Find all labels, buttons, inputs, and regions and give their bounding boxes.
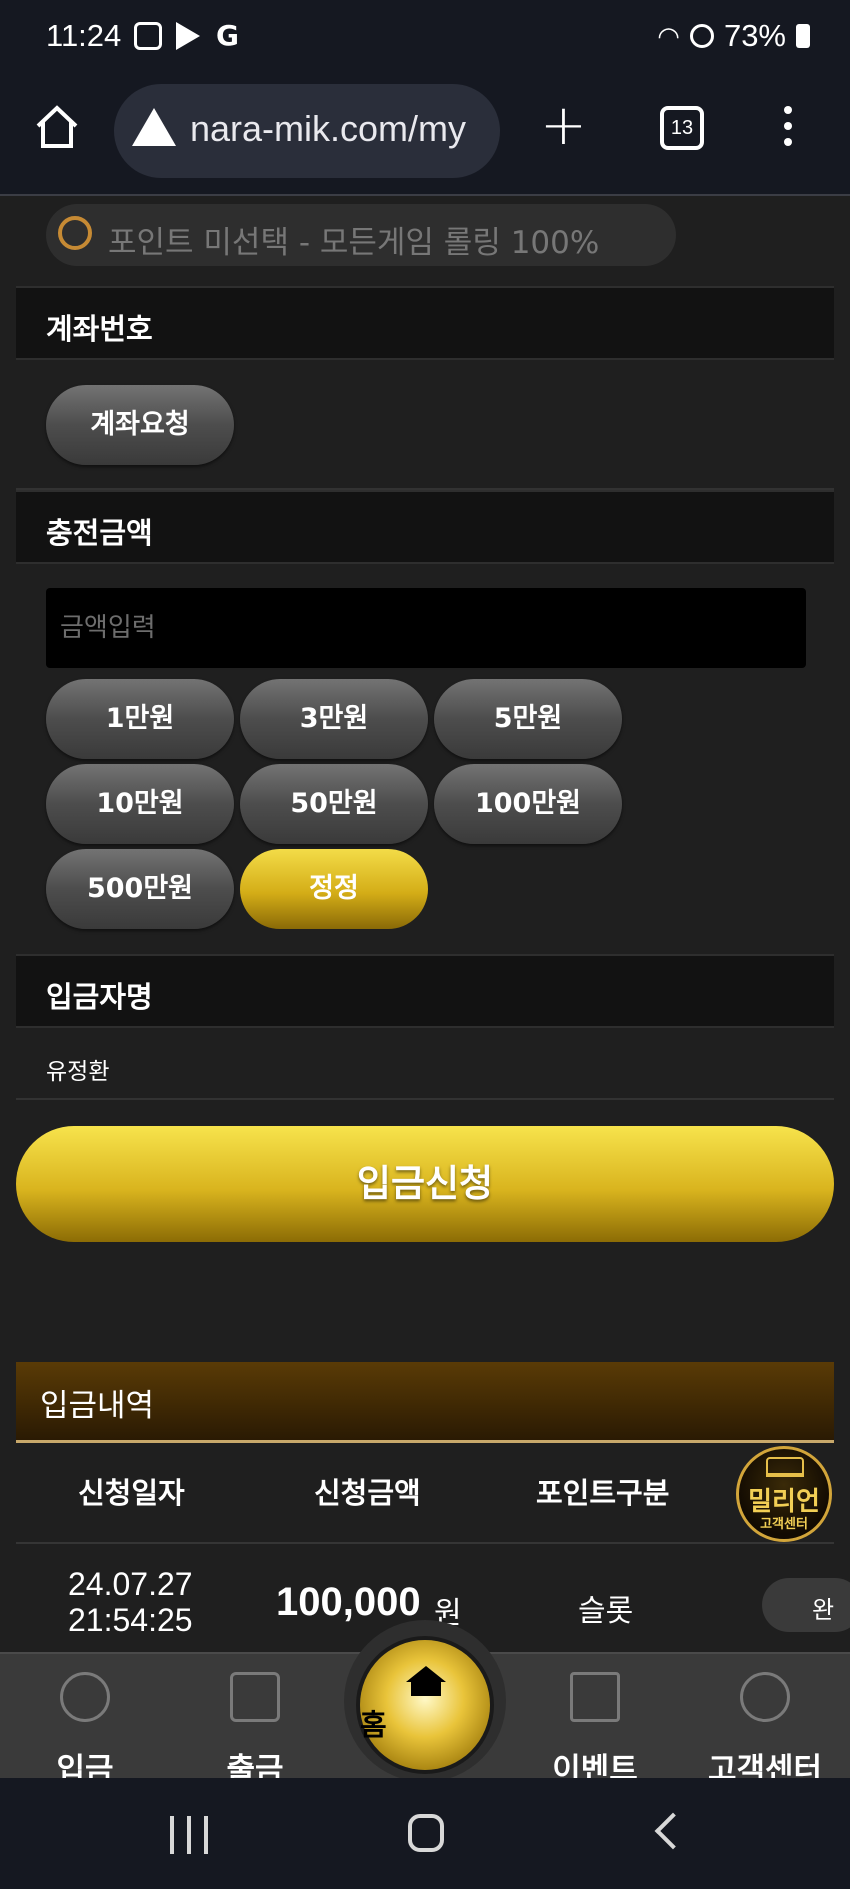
amount-button-100[interactable]: 100만원 bbox=[434, 764, 622, 844]
amount-input[interactable] bbox=[46, 588, 806, 668]
deposit-history-header: 입금내역 bbox=[16, 1362, 834, 1443]
recent-apps-icon[interactable] bbox=[170, 1816, 208, 1854]
wifi-icon: ◠ bbox=[657, 20, 680, 51]
play-store-icon bbox=[176, 22, 200, 50]
google-icon: G bbox=[216, 19, 239, 52]
row-status: 완 bbox=[812, 1596, 835, 1624]
reset-amount-button[interactable]: 정정 bbox=[240, 849, 428, 929]
address-bar[interactable]: nara-mik.com/my bbox=[114, 84, 500, 178]
clock: 11:24 bbox=[46, 18, 122, 53]
notification-icons: G bbox=[134, 22, 239, 50]
wallet-icon bbox=[230, 1672, 280, 1722]
amount-button-50[interactable]: 50만원 bbox=[240, 764, 428, 844]
warning-icon bbox=[132, 108, 176, 146]
amount-button-3[interactable]: 3만원 bbox=[240, 679, 428, 759]
house-icon bbox=[406, 1666, 446, 1682]
depositor-section-header: 입금자명 bbox=[16, 954, 834, 1028]
system-nav-bar bbox=[0, 1778, 850, 1889]
point-option-label: 포인트 미선택 - 모든게임 롤링 100% bbox=[108, 225, 600, 261]
account-heading: 계좌번호 bbox=[46, 312, 153, 346]
row-date: 24.07.27 bbox=[68, 1566, 193, 1602]
amount-button-1[interactable]: 1만원 bbox=[46, 679, 234, 759]
nav-home-label: 홈 bbox=[360, 1708, 387, 1742]
tab-switcher-button[interactable]: 13 bbox=[660, 106, 704, 150]
url-text: nara-mik.com/my bbox=[190, 108, 467, 149]
battery-level: 73% bbox=[723, 18, 786, 53]
system-home-icon[interactable] bbox=[408, 1814, 444, 1852]
column-header-point-type: 포인트구분 bbox=[536, 1476, 670, 1510]
charge-heading: 충전금액 bbox=[46, 516, 153, 550]
nav-withdraw[interactable]: 출금 bbox=[170, 1654, 340, 1788]
amount-button-500[interactable]: 500만원 bbox=[46, 849, 234, 929]
history-title: 입금내역 bbox=[40, 1388, 155, 1424]
point-option[interactable]: 포인트 미선택 - 모든게임 롤링 100% bbox=[46, 204, 676, 266]
column-header-amount: 신청금액 bbox=[314, 1476, 421, 1510]
new-tab-icon[interactable]: + bbox=[540, 98, 587, 154]
gift-icon bbox=[570, 1672, 620, 1722]
nav-deposit[interactable]: 입금 bbox=[0, 1654, 170, 1788]
browser-toolbar: nara-mik.com/my + 13 bbox=[0, 78, 850, 196]
deposit-request-button[interactable]: 입금신청 bbox=[16, 1126, 834, 1242]
account-section-header: 계좌번호 bbox=[16, 286, 834, 360]
dollar-icon bbox=[60, 1672, 110, 1722]
notification-icon bbox=[134, 22, 162, 50]
battery-icon bbox=[796, 24, 810, 48]
row-time: 21:54:25 bbox=[68, 1602, 193, 1638]
depositor-name: 유정환 bbox=[46, 1059, 110, 1085]
nav-support[interactable]: 고객센터 bbox=[680, 1654, 850, 1788]
column-header-date: 신청일자 bbox=[78, 1476, 185, 1510]
amount-button-5[interactable]: 5만원 bbox=[434, 679, 622, 759]
row-point-type: 슬롯 bbox=[578, 1594, 634, 1629]
account-request-button[interactable]: 계좌요청 bbox=[46, 385, 234, 465]
charge-section-header: 충전금액 bbox=[16, 490, 834, 564]
back-icon[interactable] bbox=[654, 1812, 692, 1850]
more-menu-icon[interactable] bbox=[784, 106, 792, 154]
home-icon[interactable] bbox=[34, 104, 80, 150]
amount-button-10[interactable]: 10만원 bbox=[46, 764, 234, 844]
support-badge-subtitle: 고객센터 bbox=[760, 1517, 808, 1532]
status-bar: 11:24 G ◠ 73% bbox=[0, 0, 850, 78]
support-badge[interactable]: 밀리언 고객센터 bbox=[736, 1446, 832, 1542]
divider bbox=[16, 1542, 834, 1544]
crown-icon bbox=[766, 1457, 804, 1477]
depositor-heading: 입금자명 bbox=[46, 980, 153, 1014]
row-status-badge: 완 bbox=[762, 1578, 850, 1632]
radio-icon[interactable] bbox=[58, 216, 92, 250]
divider bbox=[16, 1098, 834, 1100]
nav-home-button[interactable]: 홈 bbox=[360, 1640, 490, 1770]
house-icon-body bbox=[411, 1682, 441, 1696]
row-amount: 100,000 bbox=[276, 1580, 421, 1624]
nav-event[interactable]: 이벤트 bbox=[510, 1654, 680, 1788]
dnd-icon bbox=[689, 24, 714, 48]
support-24-icon bbox=[740, 1672, 790, 1722]
